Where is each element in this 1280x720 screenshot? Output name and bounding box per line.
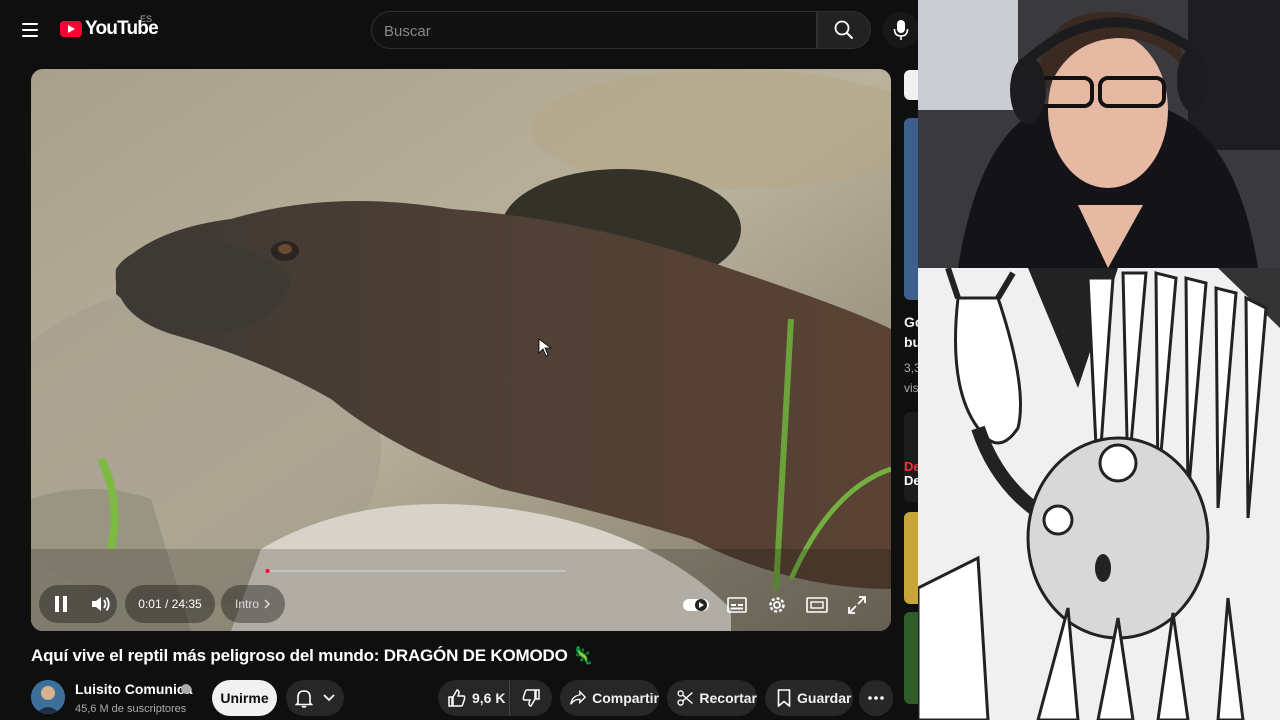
volume-icon [92,596,110,612]
save-button[interactable]: Guardar [765,680,853,716]
hamburger-menu-icon[interactable] [16,14,44,46]
save-label: Guardar [797,690,852,706]
like-button[interactable]: 9,6 K [438,680,511,716]
webcam-overlay [918,0,1280,268]
fullscreen-icon [848,596,866,614]
avatar-image [31,680,65,714]
manga-panel-overlay [918,268,1280,720]
related-title[interactable]: Go bu [904,312,918,352]
volume-button[interactable] [89,592,113,616]
chapter-label: Intro [234,597,259,611]
clip-button[interactable]: Recortar [667,680,757,716]
thumb-text-line-2: De [904,473,918,488]
share-icon [570,690,587,705]
notification-button[interactable] [286,680,344,716]
autoplay-toggle-icon [683,599,709,611]
join-button[interactable]: Unirme [212,680,277,716]
youtube-logo[interactable]: YouTube ES [60,14,159,40]
progress-bar[interactable] [41,569,791,573]
play-controls-pill [39,585,117,623]
pause-icon [55,596,67,612]
bell-icon [295,690,313,708]
search-box [371,11,817,50]
share-button[interactable]: Compartir [560,680,659,716]
related-meta-line-2: vis [904,381,918,395]
scissors-icon [677,690,693,706]
subtitles-icon [727,597,747,613]
related-videos-sidebar: Go bu 3,3 vis De De [900,60,918,720]
clip-label: Recortar [699,690,757,706]
time-display: 0:01 / 24:35 [125,585,215,623]
video-title: Aquí vive el reptil más peligroso del mu… [31,646,594,665]
video-frame [31,69,891,631]
theater-mode-button[interactable] [805,593,829,617]
youtube-play-icon [60,21,82,37]
webcam-image [918,0,1280,268]
sidebar-chip[interactable] [904,70,918,100]
search-icon [834,20,853,39]
related-title-line-2: bu [904,334,918,350]
thumbs-down-icon [522,689,540,707]
fullscreen-button[interactable] [845,593,869,617]
duration: 24:35 [171,597,202,611]
related-meta: 3,3 vis [904,358,918,398]
like-dislike-group: 9,6 K [438,680,552,716]
search-button[interactable] [817,11,871,49]
related-thumbnail[interactable]: De De [904,412,918,502]
player-controls: 0:01 / 24:35 Intro [31,585,891,629]
related-thumbnail[interactable] [904,512,918,604]
related-title-line-1: Go [904,314,918,330]
top-bar: YouTube ES [0,0,919,60]
voice-search-button[interactable] [883,12,919,48]
time-separator: / [161,597,172,611]
theater-mode-icon [806,597,828,613]
thumb-text-line-1: De [904,459,918,474]
dislike-button[interactable] [510,680,552,716]
bookmark-icon [777,689,791,707]
gear-icon [769,597,785,613]
more-actions-button[interactable] [859,680,893,716]
subtitles-button[interactable] [725,593,749,617]
like-count: 9,6 K [472,690,506,706]
video-player[interactable]: 0:01 / 24:35 Intro [31,69,891,631]
thumbs-up-icon [448,689,466,707]
share-label: Compartir [592,690,659,706]
chevron-down-icon [323,694,335,702]
related-thumbnail[interactable] [904,612,918,704]
pause-button[interactable] [49,592,73,616]
settings-button[interactable] [765,593,789,617]
progress-scrubber-handle[interactable] [265,569,270,573]
microphone-icon [893,20,909,40]
chevron-right-icon [264,599,271,609]
related-thumbnail[interactable] [904,118,918,300]
autoplay-toggle[interactable] [681,593,711,617]
channel-name[interactable]: Luisito Comunica [75,681,192,697]
manga-illustration [918,268,1280,720]
chapter-button[interactable]: Intro [221,585,285,623]
more-icon [868,696,884,700]
thumb-text: De De [904,460,918,488]
logo-region: ES [140,14,153,24]
search-input[interactable] [372,12,806,50]
current-time: 0:01 [138,597,162,611]
verified-badge-icon [181,684,191,694]
subscriber-count: 45,6 M de suscriptores [75,703,187,715]
channel-avatar[interactable] [31,680,65,714]
related-meta-line-1: 3,3 [904,361,918,375]
